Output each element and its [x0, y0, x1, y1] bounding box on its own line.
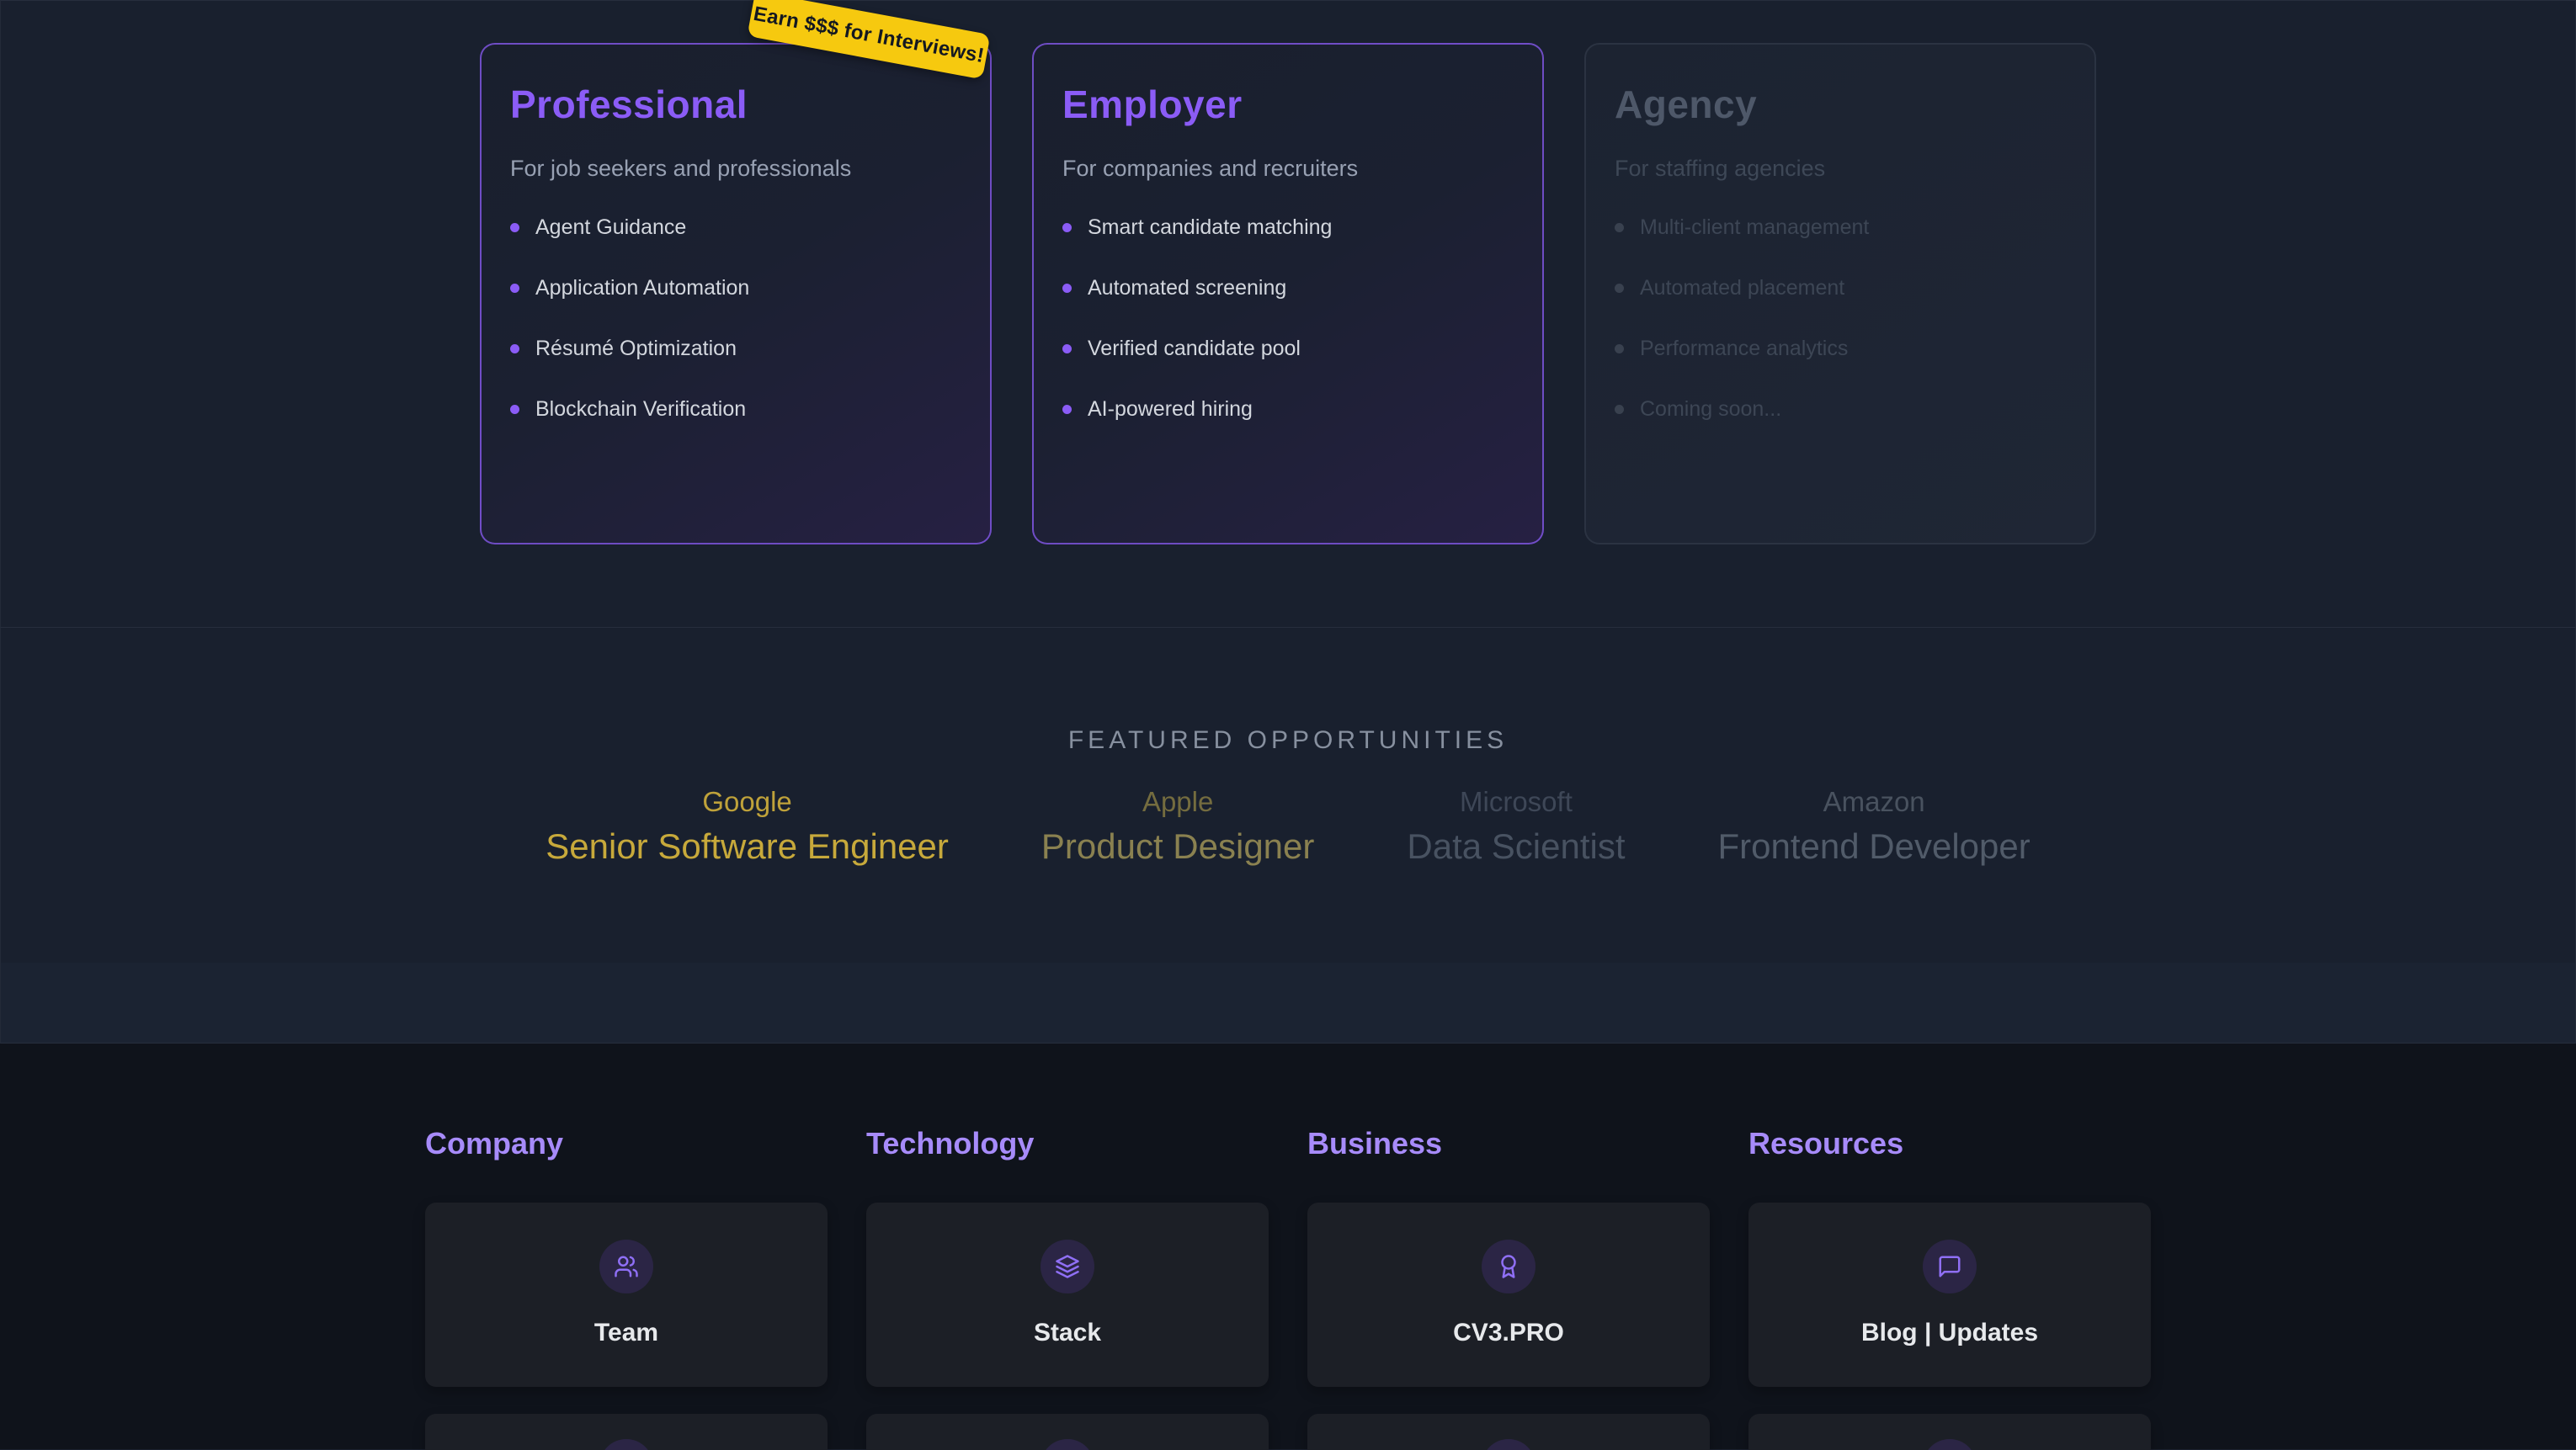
footer-column-technology: Technology Stack — [866, 1126, 1269, 1450]
footer-column-company: Company Team — [425, 1126, 828, 1450]
plan-feature-label: Coming soon... — [1640, 397, 1781, 422]
plan-feature: Verified candidate pool — [1062, 337, 1514, 360]
plan-feature-label: Performance analytics — [1640, 337, 1848, 361]
bullet-dot — [1062, 223, 1072, 232]
bullet-dot — [1062, 405, 1072, 414]
footer-card-partial[interactable] — [866, 1414, 1269, 1450]
bullet-dot — [510, 284, 519, 293]
plan-feature-label: Verified candidate pool — [1088, 337, 1301, 361]
footer-card-label: CV3.PRO — [1453, 1319, 1564, 1347]
plan-subtitle: For companies and recruiters — [1062, 156, 1514, 182]
plan-card-professional[interactable]: Earn $$$ for Interviews! Professional Fo… — [480, 43, 992, 544]
plan-feature: Résumé Optimization — [510, 337, 961, 360]
footer-column-resources: Resources Blog | Updates — [1748, 1126, 2151, 1450]
divider-strip — [0, 963, 2576, 1044]
bullet-dot — [1615, 344, 1624, 353]
job-role: Senior Software Engineer — [546, 826, 949, 867]
footer-card-icon — [1923, 1439, 1977, 1450]
footer-card-blog[interactable]: Blog | Updates — [1748, 1203, 2151, 1387]
plan-feature: Application Automation — [510, 276, 961, 300]
bullet-dot — [1615, 284, 1624, 293]
bullet-dot — [1062, 284, 1072, 293]
plan-feature: Multi-client management — [1615, 215, 2066, 239]
plan-feature: AI-powered hiring — [1062, 397, 1514, 421]
footer-card-partial[interactable] — [425, 1414, 828, 1450]
jobs-carousel: Google Senior Software Engineer Apple Pr… — [1, 786, 2575, 867]
plan-feature-label: Application Automation — [535, 276, 749, 300]
job-listing-apple[interactable]: Apple Product Designer — [1041, 786, 1315, 867]
job-role: Data Scientist — [1407, 826, 1625, 867]
plan-feature: Automated placement — [1615, 276, 2066, 300]
message-icon — [1923, 1240, 1977, 1293]
plan-title: Agency — [1615, 82, 2066, 127]
job-company: Microsoft — [1407, 786, 1625, 818]
job-listing-microsoft[interactable]: Microsoft Data Scientist — [1407, 786, 1625, 867]
layers-icon — [1041, 1240, 1094, 1293]
footer-column-business: Business CV3.PRO — [1307, 1126, 1710, 1450]
plans-section: Earn $$$ for Interviews! Professional Fo… — [0, 0, 2576, 628]
plan-feature: Agent Guidance — [510, 215, 961, 239]
footer-heading: Resources — [1748, 1126, 2151, 1161]
bullet-dot — [510, 405, 519, 414]
plan-feature: Smart candidate matching — [1062, 215, 1514, 239]
plan-subtitle: For job seekers and professionals — [510, 156, 961, 182]
plan-feature-label: Blockchain Verification — [535, 397, 746, 422]
plan-feature-label: AI-powered hiring — [1088, 397, 1253, 422]
plan-feature-label: Automated screening — [1088, 276, 1286, 300]
bullet-dot — [1062, 344, 1072, 353]
bullet-dot — [1615, 405, 1624, 414]
footer-card-icon — [1482, 1439, 1535, 1450]
job-company: Amazon — [1718, 786, 2030, 818]
earn-badge: Earn $$$ for Interviews! — [747, 0, 990, 79]
footer-heading: Technology — [866, 1126, 1269, 1161]
plan-feature: Performance analytics — [1615, 337, 2066, 360]
footer-card-team[interactable]: Team — [425, 1203, 828, 1387]
bullet-dot — [510, 223, 519, 232]
plan-feature-list: Multi-client management Automated placem… — [1615, 215, 2066, 421]
plan-feature: Automated screening — [1062, 276, 1514, 300]
footer-card-label: Team — [594, 1319, 658, 1347]
award-icon — [1482, 1240, 1535, 1293]
footer-card-icon — [599, 1439, 653, 1450]
plan-feature-list: Smart candidate matching Automated scree… — [1062, 215, 1514, 421]
job-role: Frontend Developer — [1718, 826, 2030, 867]
plan-feature-label: Résumé Optimization — [535, 337, 737, 361]
footer-grid: Company Team Technology Stack — [425, 1126, 2151, 1450]
footer-heading: Business — [1307, 1126, 1710, 1161]
plan-card-employer[interactable]: Employer For companies and recruiters Sm… — [1032, 43, 1544, 544]
footer-card-label: Blog | Updates — [1861, 1319, 2038, 1347]
plan-feature: Coming soon... — [1615, 397, 2066, 421]
job-listing-amazon[interactable]: Amazon Frontend Developer — [1718, 786, 2030, 867]
plan-feature-label: Smart candidate matching — [1088, 215, 1332, 240]
footer-card-label: Stack — [1034, 1319, 1101, 1347]
plan-card-agency: Agency For staffing agencies Multi-clien… — [1584, 43, 2096, 544]
plans-row: Earn $$$ for Interviews! Professional Fo… — [1, 1, 2575, 544]
job-company: Apple — [1041, 786, 1315, 818]
bullet-dot — [510, 344, 519, 353]
users-icon — [599, 1240, 653, 1293]
footer: Company Team Technology Stack — [0, 1044, 2576, 1449]
plan-feature-label: Automated placement — [1640, 276, 1844, 300]
plan-title: Professional — [510, 82, 961, 127]
featured-opportunities-section: FEATURED OPPORTUNITIES Google Senior Sof… — [0, 628, 2576, 963]
plan-feature: Blockchain Verification — [510, 397, 961, 421]
footer-card-icon — [1041, 1439, 1094, 1450]
bullet-dot — [1615, 223, 1624, 232]
footer-card-cv3pro[interactable]: CV3.PRO — [1307, 1203, 1710, 1387]
plan-feature-label: Multi-client management — [1640, 215, 1869, 240]
footer-card-partial[interactable] — [1307, 1414, 1710, 1450]
footer-card-partial[interactable] — [1748, 1414, 2151, 1450]
plan-subtitle: For staffing agencies — [1615, 156, 2066, 182]
plan-title: Employer — [1062, 82, 1514, 127]
footer-heading: Company — [425, 1126, 828, 1161]
pricing-page: Earn $$$ for Interviews! Professional Fo… — [0, 0, 2576, 1450]
footer-card-stack[interactable]: Stack — [866, 1203, 1269, 1387]
job-role: Product Designer — [1041, 826, 1315, 867]
plan-feature-list: Agent Guidance Application Automation Ré… — [510, 215, 961, 421]
job-company: Google — [546, 786, 949, 818]
job-listing-google[interactable]: Google Senior Software Engineer — [546, 786, 949, 867]
featured-title: FEATURED OPPORTUNITIES — [1, 628, 2575, 755]
plan-feature-label: Agent Guidance — [535, 215, 686, 240]
